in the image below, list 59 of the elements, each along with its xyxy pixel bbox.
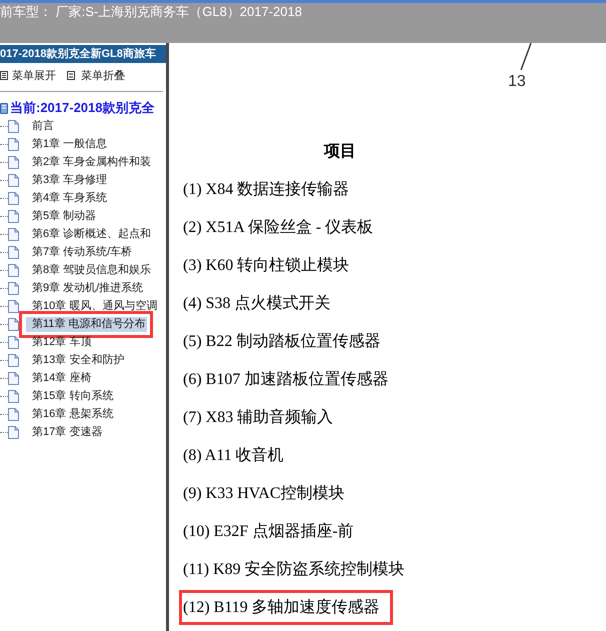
parts-list-item: (2) X51A 保险丝盒 - 仪表板 [183, 218, 374, 238]
parts-list-item: (11) K89 安全防盗系统控制模块 [183, 560, 405, 580]
parts-list-item: (5) B22 制动踏板位置传感器 [183, 332, 380, 352]
document-icon [8, 318, 19, 330]
document-icon [8, 228, 19, 240]
parts-list-item: (8) A11 收音机 [183, 446, 284, 466]
document-icon [8, 192, 19, 204]
document-icon [8, 156, 19, 168]
sidebar-title: 017-2018款别克全新GL8商旅车 [0, 45, 166, 63]
document-icon [8, 426, 19, 438]
parts-list-item: (6) B107 加速踏板位置传感器 [183, 370, 388, 390]
tree-item[interactable]: 第16章 悬架系统 [26, 406, 116, 422]
book-icon [0, 102, 8, 114]
tree-item[interactable]: 第4章 车身系统 [26, 190, 110, 206]
document-icon [8, 246, 19, 258]
parts-list-item: (4) S38 点火模式开关 [183, 294, 331, 314]
document-icon [8, 174, 19, 186]
tree-item[interactable]: 第5章 制动器 [26, 208, 98, 224]
expand-menu-button[interactable]: 菜单展开 [0, 68, 56, 83]
tree-item[interactable]: 第17章 变速器 [26, 424, 104, 440]
header-title: 前车型： 厂家:S-上海别克商务车（GL8）2017-2018 [0, 0, 606, 43]
tree-item[interactable]: 第9章 发动机/推进系统 [26, 280, 146, 296]
tree-item[interactable]: 第8章 驾驶员信息和娱乐 [26, 262, 154, 278]
parts-list-item: (7) X83 辅助音频输入 [183, 408, 334, 428]
document-icon [8, 282, 19, 294]
tree-item[interactable]: 第15章 转向系统 [26, 388, 116, 404]
document-icon [8, 390, 19, 402]
tree-item[interactable]: 第11章 电源和信号分布 [26, 316, 148, 332]
tree-item[interactable]: 第1章 一般信息 [26, 136, 110, 152]
tree-item[interactable]: 第14章 座椅 [26, 370, 94, 386]
list-icon [67, 71, 75, 80]
document-icon [8, 372, 19, 384]
tree-item[interactable]: 第13章 安全和防护 [26, 352, 126, 368]
tree-item[interactable]: 前言 [26, 118, 56, 134]
leader-line [520, 43, 532, 70]
parts-list-item: (9) K33 HVAC控制模块 [183, 484, 344, 504]
tree-item[interactable]: 第3章 车身修理 [26, 172, 110, 188]
document-icon [8, 120, 19, 132]
parts-list-item: (10) E32F 点烟器插座-前 [183, 522, 354, 542]
tree-item[interactable]: 第7章 传动系统/车桥 [26, 244, 134, 260]
document-icon [8, 210, 19, 222]
parts-list-item: (1) X84 数据连接传输器 [183, 180, 350, 200]
tree-item[interactable]: 第6章 诊断概述、起点和 [26, 226, 154, 242]
tree-item[interactable]: 第10章 暖风、通风与空调 [26, 298, 160, 314]
document-icon [8, 336, 19, 348]
section-heading: 项目 [324, 142, 356, 162]
document-icon [8, 354, 19, 366]
document-icon [8, 138, 19, 150]
collapse-menu-button[interactable]: 菜单折叠 [67, 68, 125, 83]
document-icon [8, 300, 19, 312]
tree-root-item[interactable]: 当前:2017-2018款别克全 [10, 100, 154, 116]
parts-list-item: (3) K60 转向柱锁止模块 [183, 256, 350, 276]
list-icon [0, 71, 8, 80]
callout-number: 13 [508, 73, 526, 91]
parts-list-item: (12) B119 多轴加速度传感器 [183, 598, 380, 618]
document-icon [8, 408, 19, 420]
tree-item[interactable]: 第2章 车身金属构件和装 [26, 154, 154, 170]
document-icon [8, 264, 19, 276]
tree-item[interactable]: 第12章 车顶 [26, 334, 94, 350]
